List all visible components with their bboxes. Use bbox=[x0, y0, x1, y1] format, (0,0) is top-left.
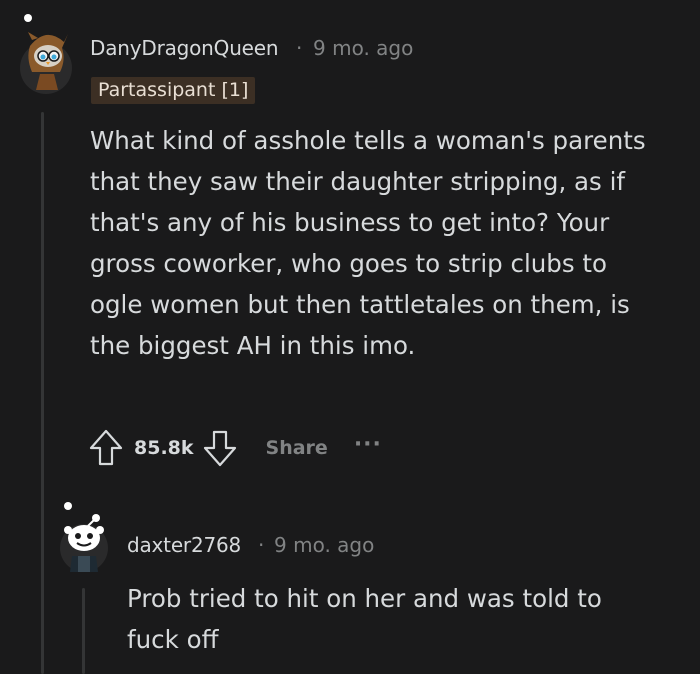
vote-count: 85.8k bbox=[134, 437, 194, 459]
reply-meta-separator: · bbox=[258, 533, 265, 557]
meta-separator: · bbox=[296, 36, 303, 60]
snoo-avatar-icon bbox=[60, 502, 108, 572]
more-options-button[interactable]: ··· bbox=[354, 432, 382, 457]
upvote-arrow-icon bbox=[89, 429, 123, 466]
reply-user-avatar[interactable] bbox=[58, 498, 110, 572]
downvote-arrow-icon bbox=[203, 430, 236, 467]
reply-body: Prob tried to hit on her and was told to… bbox=[127, 584, 602, 654]
user-flair: Partassipant [1] bbox=[91, 77, 256, 104]
upvote-button[interactable] bbox=[88, 428, 124, 468]
comment-timestamp[interactable]: 9 mo. ago bbox=[313, 36, 413, 60]
comment-username[interactable]: DanyDragonQueen bbox=[90, 36, 279, 60]
share-button[interactable]: Share bbox=[266, 437, 328, 459]
comment-body: What kind of asshole tells a woman's par… bbox=[90, 126, 646, 360]
user-avatar[interactable] bbox=[18, 12, 74, 94]
thread-line-main[interactable] bbox=[41, 112, 44, 674]
comment-actions: 85.8k Share ··· bbox=[88, 428, 382, 468]
reply-timestamp[interactable]: 9 mo. ago bbox=[274, 533, 374, 557]
downvote-button[interactable] bbox=[202, 428, 238, 468]
thread-line-reply[interactable] bbox=[82, 588, 85, 674]
reply-username[interactable]: daxter2768 bbox=[127, 533, 241, 557]
owl-snoo-avatar-icon bbox=[20, 14, 72, 94]
